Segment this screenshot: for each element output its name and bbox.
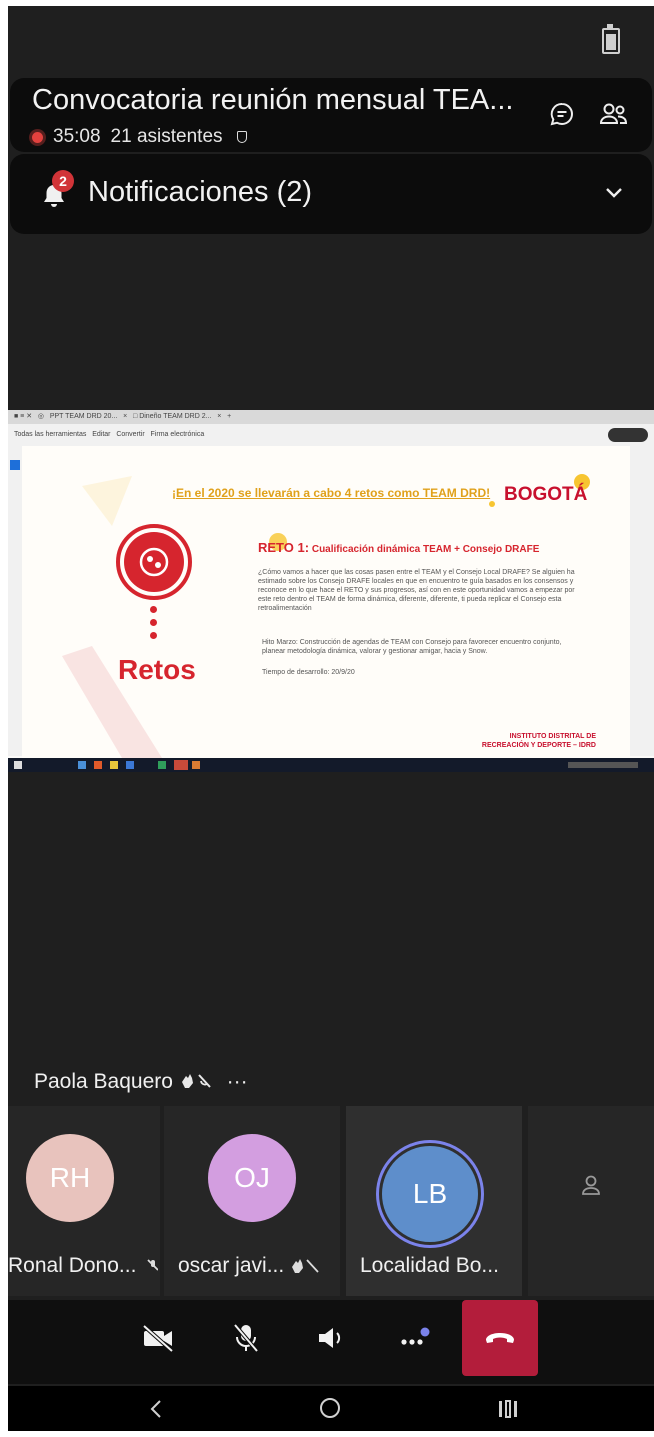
meeting-title: Convocatoria reunión mensual TEA... <box>32 84 514 116</box>
hangup-button[interactable] <box>462 1300 538 1376</box>
notifications-label: Notificaciones (2) <box>88 176 313 208</box>
reto-title: Cualificación dinámica TEAM + Consejo DR… <box>311 544 540 555</box>
participant-tile[interactable]: RH Ronal Dono... <box>8 1106 160 1296</box>
back-icon[interactable] <box>146 1398 166 1420</box>
teams-mobile-screen: Convocatoria reunión mensual TEA... 35:0… <box>8 6 654 1431</box>
avatar: RH <box>26 1134 114 1222</box>
active-speaker: Paola Baquero ··· <box>34 1070 248 1094</box>
home-icon[interactable] <box>318 1396 342 1420</box>
meeting-status: 35:08 21 asistentes <box>32 126 247 148</box>
hand-mic-off-icon <box>292 1259 319 1273</box>
notification-badge: 2 <box>52 170 74 192</box>
attendee-count: 21 asistentes <box>110 126 223 147</box>
reto-bullet-2: Tiempo de desarrollo: 20/9/20 <box>262 669 355 676</box>
participant-name: oscar javi... <box>178 1254 340 1278</box>
shield-icon <box>236 131 247 143</box>
reto-emblem-icon <box>124 532 184 592</box>
speaker-more-options[interactable]: ··· <box>227 1070 248 1093</box>
chevron-down-icon[interactable] <box>602 180 626 204</box>
hand-mic-off-icon <box>181 1074 211 1088</box>
speaker-icon[interactable] <box>310 1316 354 1360</box>
shared-browser-tabs: ■ ≡ ✕ ◎ PPT TEAM DRD 20... × □ Dineño TE… <box>8 410 654 424</box>
meeting-header[interactable]: Convocatoria reunión mensual TEA... 35:0… <box>10 78 652 152</box>
participant-tiles: RH Ronal Dono... OJ oscar javi... LB Loc… <box>8 1106 654 1296</box>
active-speaker-name: Paola Baquero <box>34 1070 173 1093</box>
recents-icon[interactable] <box>496 1398 520 1420</box>
android-nav-bar <box>8 1386 654 1431</box>
avatar: OJ <box>208 1134 296 1222</box>
participant-tile[interactable]: OJ oscar javi... <box>164 1106 340 1296</box>
camera-off-icon[interactable] <box>136 1316 180 1360</box>
shared-screen: ■ ≡ ✕ ◎ PPT TEAM DRD 20... × □ Dineño TE… <box>8 410 654 772</box>
meeting-timer: 35:08 <box>53 126 101 147</box>
mic-off-icon[interactable] <box>224 1316 268 1360</box>
status-bar <box>8 6 654 78</box>
shared-taskbar <box>8 758 654 772</box>
people-icon[interactable] <box>594 94 634 134</box>
shared-left-toolbar <box>8 446 23 756</box>
mic-off-icon <box>147 1259 158 1271</box>
notifications-bar[interactable]: 2 Notificaciones (2) <box>10 154 652 234</box>
chat-icon[interactable] <box>542 94 582 134</box>
hangup-icon <box>486 1333 514 1343</box>
reto-body: ¿Cómo vamos a hacer que las cosas pasen … <box>258 569 575 612</box>
bogota-logo: BOGOTÁ <box>504 484 588 505</box>
participant-name: Localidad Bo... <box>360 1254 499 1277</box>
shared-share-button <box>608 428 648 442</box>
slide-section-title: Retos <box>118 654 196 685</box>
reto-dots <box>150 606 158 645</box>
more-options-icon[interactable] <box>392 1316 436 1360</box>
participant-name: Ronal Dono... <box>8 1254 158 1278</box>
battery-icon <box>602 24 620 54</box>
person-icon <box>582 1175 600 1195</box>
slide-banner: ¡En el 2020 se llevarán a cabo 4 retos c… <box>172 486 491 500</box>
shared-right-toolbar <box>629 446 654 756</box>
presentation-slide: ¡En el 2020 se llevarán a cabo 4 retos c… <box>22 446 630 758</box>
recording-indicator <box>32 131 43 143</box>
avatar: LB <box>382 1146 478 1242</box>
participant-tile-more[interactable] <box>528 1106 654 1296</box>
shared-toolbar: Todas las herramientas Editar Convertir … <box>8 424 654 446</box>
reto-number: RETO 1: <box>258 540 310 555</box>
institution-footer: INSTITUTO DISTRITAL DE RECREACIÓN Y DEPO… <box>481 733 596 749</box>
reto-heading: RETO 1: Cualificación dinámica TEAM + Co… <box>258 540 539 555</box>
call-controls <box>8 1300 654 1384</box>
reto-bullet-1: Hito Marzo: Construcción de agendas de T… <box>262 639 562 655</box>
participant-tile-speaking[interactable]: LB Localidad Bo... <box>346 1106 522 1296</box>
